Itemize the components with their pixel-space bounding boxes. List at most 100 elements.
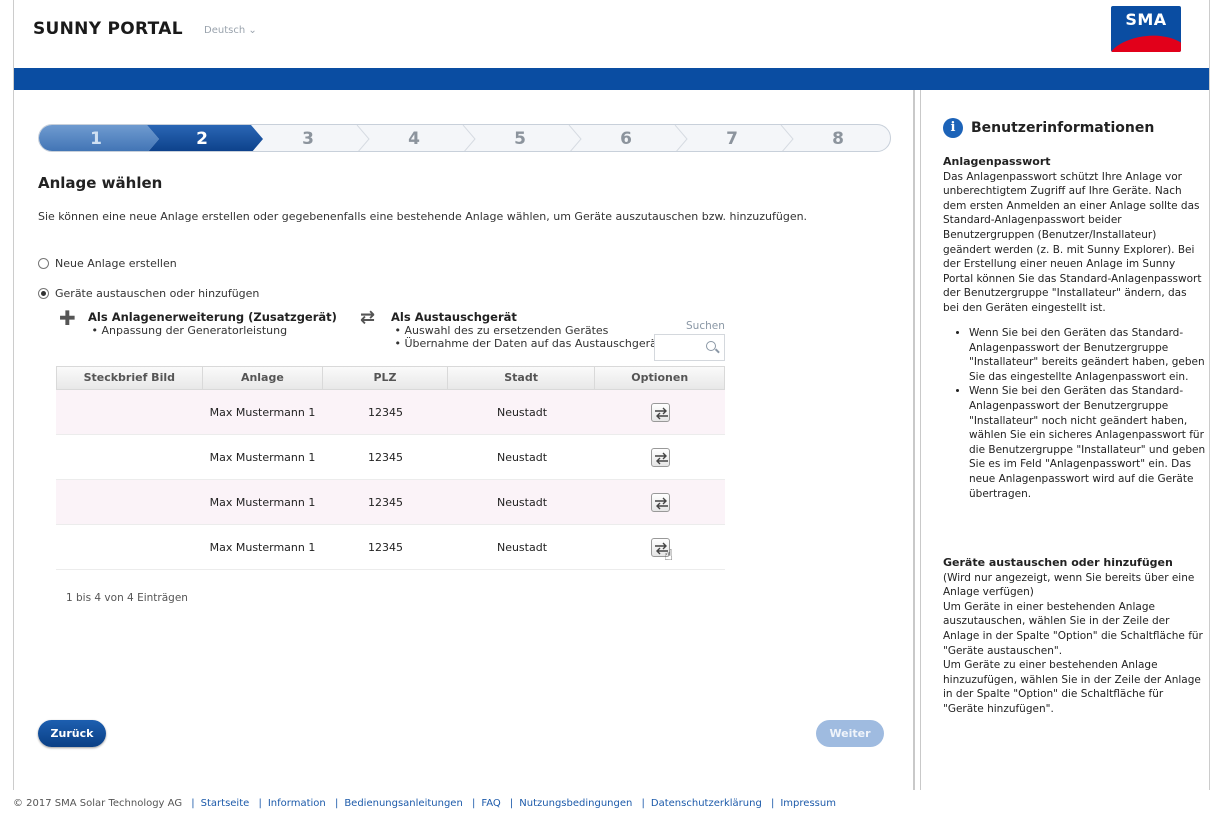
cell-options: ☝ xyxy=(596,537,725,564)
replace-device-button[interactable] xyxy=(651,447,670,467)
language-label: Deutsch xyxy=(204,25,246,36)
step-5: 5 xyxy=(514,129,526,149)
replace-section: Geräte austauschen oder hinzufügen (Wird… xyxy=(943,556,1205,717)
hand-cursor-icon: ☝ xyxy=(664,545,674,564)
step-7: 7 xyxy=(726,129,738,149)
cell-anlage: Max Mustermann 1 xyxy=(209,540,316,554)
chevron-down-icon: ⌄ xyxy=(248,25,257,36)
sma-logo: SMA xyxy=(1111,6,1181,52)
column-header-stadt[interactable]: Stadt xyxy=(448,367,596,389)
language-selector[interactable]: Deutsch ⌄ xyxy=(204,25,257,36)
radio-new-plant[interactable]: Neue Anlage erstellen xyxy=(38,257,177,270)
cell-anlage: Max Mustermann 1 xyxy=(209,450,316,464)
option-replacement-bullet-2: • Übernahme der Daten auf das Austauschg… xyxy=(391,337,662,350)
search-label: Suchen xyxy=(686,320,725,332)
replace-section-line-2: Um Geräte in einer bestehenden Anlage au… xyxy=(943,600,1203,657)
option-replacement-title: Als Austauschgerät xyxy=(391,310,517,324)
header: SUNNY PORTAL Deutsch ⌄ SMA xyxy=(14,0,1209,68)
password-section-text: Das Anlagenpasswort schützt Ihre Anlage … xyxy=(943,170,1202,314)
entries-info: 1 bis 4 von 4 Einträgen xyxy=(66,592,188,604)
cell-stadt: Neustadt xyxy=(496,540,548,554)
footer-link-startseite[interactable]: Startseite xyxy=(201,798,250,809)
password-bullet-1: Wenn Sie bei den Geräten das Standard-An… xyxy=(969,326,1207,384)
swap-icon xyxy=(655,407,668,419)
main-content: 1 2 3 4 5 6 7 8 Anlage wählen Sie können… xyxy=(14,90,915,790)
radio-button-unchecked[interactable] xyxy=(38,258,49,269)
cell-plz: 12345 xyxy=(368,495,403,509)
sidebar-header: i Benutzerinformationen xyxy=(943,118,1154,138)
replace-device-button[interactable] xyxy=(651,492,670,512)
wizard-stepper: 1 2 3 4 5 6 7 8 xyxy=(38,124,891,152)
replace-device-button[interactable] xyxy=(651,402,670,422)
table-row: Max Mustermann 1 12345 Neustadt xyxy=(56,435,725,480)
footer-link-information[interactable]: Information xyxy=(268,798,326,809)
search-icon[interactable] xyxy=(706,341,716,351)
replace-section-title: Geräte austauschen oder hinzufügen xyxy=(943,556,1173,569)
footer-link-bedienungsanleitungen[interactable]: Bedienungsanleitungen xyxy=(344,798,462,809)
radio-replace-devices[interactable]: Geräte austauschen oder hinzufügen xyxy=(38,287,259,300)
table-row: Max Mustermann 1 12345 Neustadt xyxy=(56,480,725,525)
info-icon: i xyxy=(943,118,963,138)
step-6: 6 xyxy=(620,129,632,149)
footer-link-faq[interactable]: FAQ xyxy=(481,798,500,809)
option-extension-bullet: • Anpassung der Generatorleistung xyxy=(88,324,288,337)
cell-plz: 12345 xyxy=(368,405,403,419)
logo-swoosh xyxy=(1111,31,1181,52)
step-4: 4 xyxy=(408,129,420,149)
table-row: Max Mustermann 1 12345 Neustadt xyxy=(56,390,725,435)
swap-icon xyxy=(655,497,668,509)
back-button[interactable]: Zurück xyxy=(38,720,106,747)
step-1: 1 xyxy=(90,129,102,149)
cell-anlage: Max Mustermann 1 xyxy=(209,405,316,419)
cell-options xyxy=(596,447,725,467)
search-input[interactable] xyxy=(655,335,705,360)
plant-table: Steckbrief Bild Anlage PLZ Stadt Optione… xyxy=(56,366,725,570)
option-replacement-bullet-1: • Auswahl des zu ersetzenden Gerätes xyxy=(391,324,609,337)
footer-link-datenschutz[interactable]: Datenschutzerklärung xyxy=(651,798,762,809)
column-header-anlage[interactable]: Anlage xyxy=(203,367,324,389)
password-section: Anlagenpasswort Das Anlagenpasswort schü… xyxy=(943,155,1205,316)
logo-text: SMA xyxy=(1125,10,1167,29)
replace-section-line-3: Um Geräte zu einer bestehenden Anlage hi… xyxy=(943,659,1201,715)
step-8: 8 xyxy=(832,129,844,149)
replace-section-line-1: (Wird nur angezeigt, wenn Sie bereits üb… xyxy=(943,571,1195,599)
option-extension: Als Anlagenerweiterung (Zusatzgerät) • A… xyxy=(88,310,337,337)
cell-options xyxy=(596,402,725,422)
brand-title: SUNNY PORTAL xyxy=(33,19,183,39)
column-header-bild[interactable]: Steckbrief Bild xyxy=(57,367,203,389)
option-replacement: Als Austauschgerät • Auswahl des zu erse… xyxy=(391,310,661,350)
footer: © 2017 SMA Solar Technology AG | Startsei… xyxy=(13,798,836,809)
plus-icon: ✚ xyxy=(59,306,76,330)
copyright: © 2017 SMA Solar Technology AG xyxy=(13,798,183,809)
footer-link-nutzungsbedingungen[interactable]: Nutzungsbedingungen xyxy=(519,798,632,809)
cell-stadt: Neustadt xyxy=(496,405,548,419)
cell-plz: 12345 xyxy=(368,540,403,554)
sidebar-title: Benutzerinformationen xyxy=(971,120,1155,136)
radio-replace-devices-label: Geräte austauschen oder hinzufügen xyxy=(55,287,260,300)
next-button[interactable]: Weiter xyxy=(816,720,884,747)
column-header-plz[interactable]: PLZ xyxy=(323,367,448,389)
header-bar xyxy=(14,68,1209,90)
table-header: Steckbrief Bild Anlage PLZ Stadt Optione… xyxy=(56,366,725,390)
column-header-optionen: Optionen xyxy=(631,371,689,384)
cell-options xyxy=(596,492,725,512)
footer-link-impressum[interactable]: Impressum xyxy=(780,798,836,809)
swap-arrows-icon: ⇄ xyxy=(360,307,376,328)
radio-button-checked[interactable] xyxy=(38,288,49,299)
password-bullets: Wenn Sie bei den Geräten das Standard-An… xyxy=(969,326,1207,501)
portal-window: SUNNY PORTAL Deutsch ⌄ SMA 1 2 3 4 5 6 7… xyxy=(13,0,1210,790)
step-2: 2 xyxy=(196,129,208,149)
cell-stadt: Neustadt xyxy=(496,495,548,509)
user-info-sidebar: i Benutzerinformationen Anlagenpasswort … xyxy=(920,90,1211,790)
intro-text: Sie können eine neue Anlage erstellen od… xyxy=(38,210,808,223)
password-section-title: Anlagenpasswort xyxy=(943,155,1051,168)
search-field[interactable] xyxy=(654,334,725,361)
cell-plz: 12345 xyxy=(368,450,403,464)
radio-new-plant-label: Neue Anlage erstellen xyxy=(55,257,177,270)
cell-stadt: Neustadt xyxy=(496,450,548,464)
option-extension-title: Als Anlagenerweiterung (Zusatzgerät) xyxy=(88,310,337,324)
table-row: Max Mustermann 1 12345 Neustadt ☝ xyxy=(56,525,725,570)
page-title: Anlage wählen xyxy=(38,174,163,192)
swap-icon xyxy=(655,452,668,464)
step-3: 3 xyxy=(302,129,314,149)
